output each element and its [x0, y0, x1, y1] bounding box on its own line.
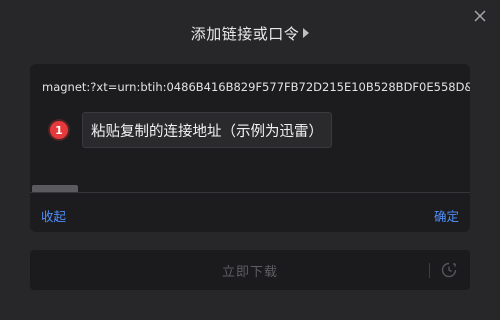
confirm-button[interactable]: 确定 [434, 206, 459, 225]
download-now-label: 立即下载 [221, 264, 278, 280]
collapse-button[interactable]: 收起 [41, 206, 66, 225]
divider [30, 192, 470, 193]
download-now-button[interactable]: 立即下载 [30, 250, 470, 290]
tooltip-text: 粘贴复制的连接地址（示例为迅雷） [82, 112, 332, 148]
caret-right-icon [303, 28, 310, 38]
close-button[interactable] [470, 6, 490, 26]
hint-tooltip: 1 粘贴复制的连接地址（示例为迅雷） [50, 112, 332, 148]
dialog-title: 添加链接或口令 [190, 24, 300, 43]
clock-icon[interactable] [440, 261, 458, 279]
step-badge: 1 [50, 121, 68, 139]
add-link-dialog: 添加链接或口令 magnet:?xt=urn:btih:0486B416B829… [0, 0, 500, 320]
button-separator [429, 263, 430, 278]
dialog-header: 添加链接或口令 [0, 0, 500, 66]
link-input-panel: magnet:?xt=urn:btih:0486B416B829F577FB72… [30, 64, 470, 232]
close-icon [474, 10, 486, 22]
